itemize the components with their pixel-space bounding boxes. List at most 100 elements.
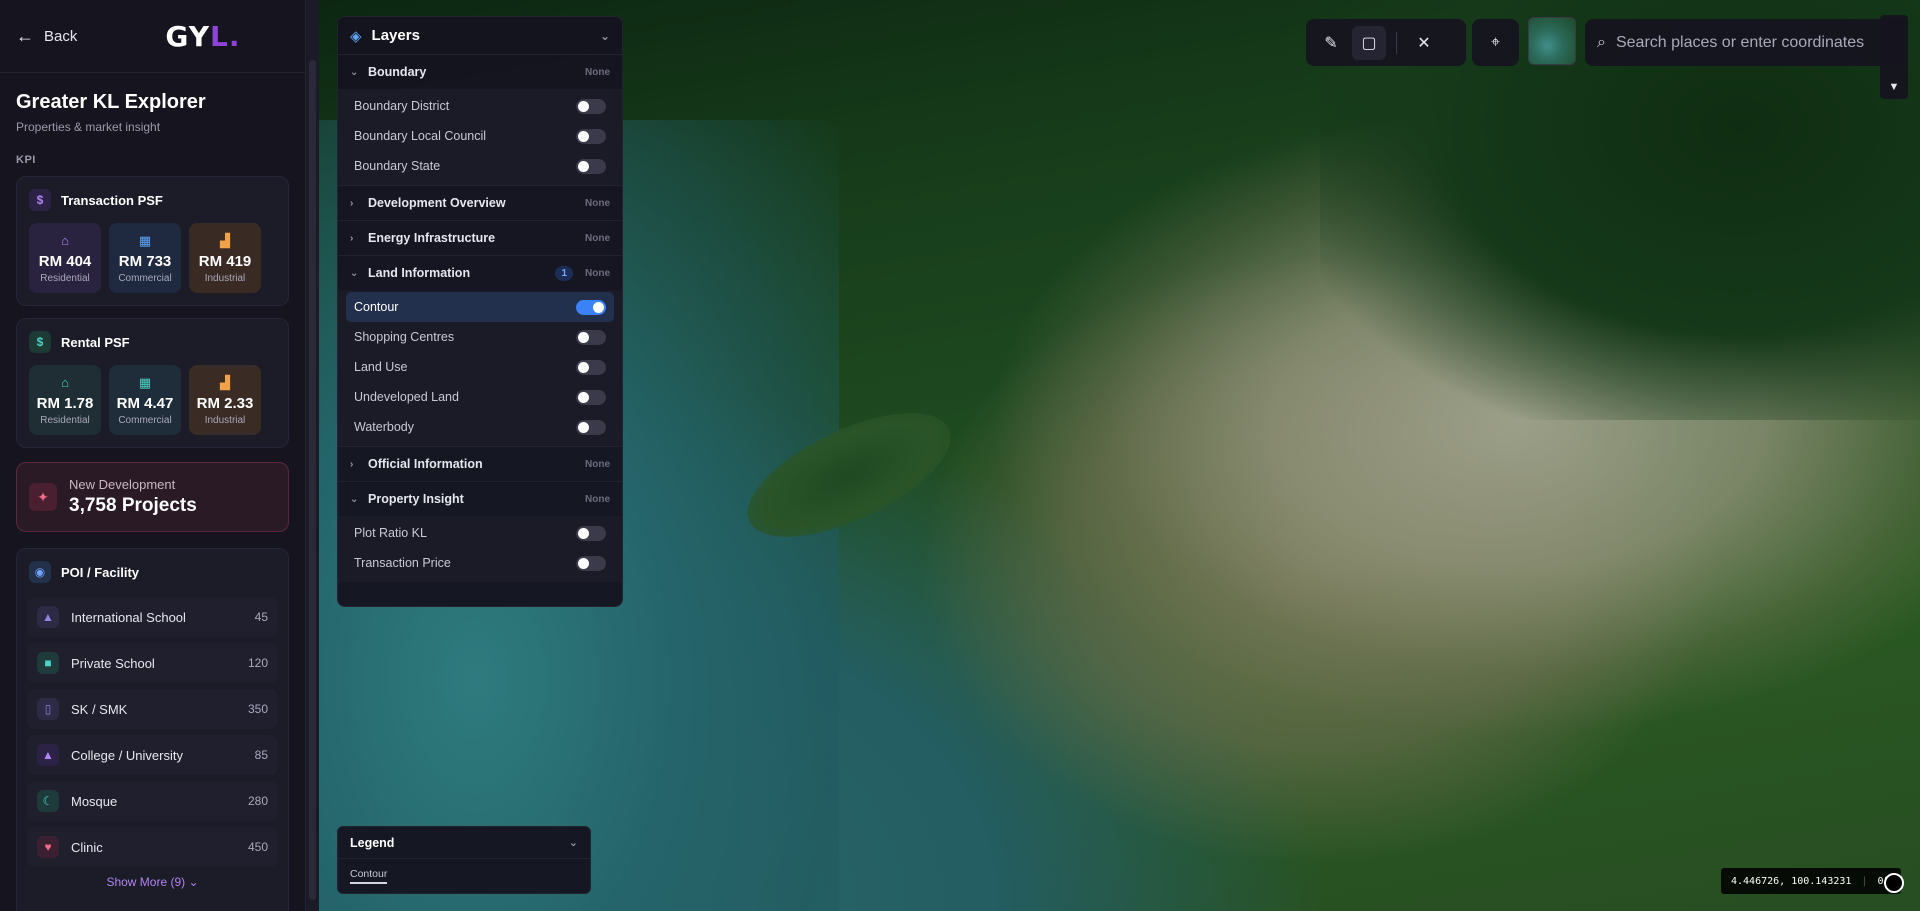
page-title: Greater KL Explorer: [16, 91, 206, 113]
new-development-label: New Development: [69, 477, 176, 492]
map-tools-group: ✎ ▢ ✕: [1306, 19, 1466, 66]
layer-group-boundary-header[interactable]: ⌄ Boundary None: [338, 55, 622, 89]
layer-boundary-state[interactable]: Boundary State: [346, 151, 614, 181]
close-icon[interactable]: ✕: [1407, 26, 1441, 60]
layer-plot-ratio-kl[interactable]: Plot Ratio KL: [346, 518, 614, 548]
ruler-icon[interactable]: ✎: [1314, 26, 1348, 60]
layer-toggle[interactable]: [576, 329, 606, 345]
sidebar-topbar: ← Back GYL.: [0, 0, 305, 73]
layer-toggle[interactable]: [576, 419, 606, 435]
active-count-badge: 1: [555, 265, 573, 281]
basemap-thumbnail[interactable]: [1528, 17, 1576, 65]
chevron-down-icon: ⌄: [350, 267, 359, 279]
app-logo: GYL.: [165, 19, 241, 53]
poi-item-sk-smk[interactable]: ▯ SK / SMK 350: [27, 689, 278, 729]
layer-toggle[interactable]: [576, 128, 606, 144]
layer-group-energy-infrastructure: › Energy Infrastructure None: [338, 221, 622, 256]
dollar-icon: $: [29, 189, 51, 211]
layer-transaction-price[interactable]: Transaction Price: [346, 548, 614, 578]
home-icon: ⌂: [61, 374, 69, 390]
layers-panel: ◈ Layers ⌄ ⌄ Boundary None Boundary Dist…: [337, 16, 623, 607]
transaction-psf-card: $ Transaction PSF ⌂ RM 404 Residential ▦…: [16, 176, 289, 306]
layer-group-boundary: ⌄ Boundary None Boundary District Bounda…: [338, 55, 622, 186]
stethoscope-icon: ♥: [37, 836, 59, 858]
school-icon: ■: [37, 652, 59, 674]
layer-contour[interactable]: Contour: [346, 292, 614, 322]
layer-toggle[interactable]: [576, 98, 606, 114]
search-bar: ⌕: [1585, 19, 1905, 66]
factory-icon: ▟: [220, 232, 230, 248]
layer-undeveloped-land[interactable]: Undeveloped Land: [346, 382, 614, 412]
layer-toggle[interactable]: [576, 158, 606, 174]
layer-shopping-centres[interactable]: Shopping Centres: [346, 322, 614, 352]
layer-boundary-district[interactable]: Boundary District: [346, 91, 614, 121]
legend-title: Legend: [350, 835, 395, 850]
building-icon: ▦: [138, 374, 152, 390]
layer-group-property-insight: ⌄ Property Insight None Plot Ratio KL Tr…: [338, 482, 622, 582]
transaction-residential-tile: ⌂ RM 404 Residential: [29, 223, 101, 293]
page-subtitle: Properties & market insight: [16, 120, 161, 134]
rental-psf-card: $ Rental PSF ⌂ RM 1.78 Residential ▦ RM …: [16, 318, 289, 448]
layers-panel-header[interactable]: ◈ Layers ⌄: [338, 17, 622, 55]
layer-toggle[interactable]: [576, 525, 606, 541]
chevron-down-icon: ⌄: [599, 28, 610, 43]
graduation-cap-icon: ▲: [37, 744, 59, 766]
caret-down-icon[interactable]: ▼: [1880, 81, 1908, 93]
search-icon: ⌕: [1597, 33, 1606, 51]
select-area-icon[interactable]: ▢: [1352, 25, 1386, 60]
map-control-stack[interactable]: ▼: [1880, 15, 1908, 99]
poi-item-international-school[interactable]: ▲ International School 45: [27, 597, 278, 637]
graduation-cap-icon: ▲: [37, 606, 59, 628]
layer-group-energy-infrastructure-header[interactable]: › Energy Infrastructure None: [338, 221, 622, 255]
layer-group-property-insight-header[interactable]: ⌄ Property Insight None: [338, 482, 622, 516]
coords-separator: |: [1861, 875, 1868, 887]
layer-land-use[interactable]: Land Use: [346, 352, 614, 382]
poi-item-clinic[interactable]: ♥ Clinic 450: [27, 827, 278, 867]
layers-title: Layers: [371, 27, 420, 44]
poi-item-mosque[interactable]: ☾ Mosque 280: [27, 781, 278, 821]
pin-icon: ◉: [29, 561, 51, 583]
chevron-right-icon: ›: [350, 197, 354, 209]
legend-header[interactable]: Legend ⌄: [338, 827, 590, 859]
layer-group-official-information-header[interactable]: › Official Information None: [338, 447, 622, 481]
book-icon: ▯: [37, 698, 59, 720]
layer-waterbody[interactable]: Waterbody: [346, 412, 614, 442]
crescent-icon: ☾: [37, 790, 59, 812]
transaction-psf-title: Transaction PSF: [61, 192, 163, 208]
back-label: Back: [44, 27, 78, 45]
coordinates-readout: 4.446726, 100.143231 | 0°: [1721, 868, 1901, 894]
show-more-button[interactable]: Show More (9) ⌄: [27, 875, 278, 889]
layer-toggle[interactable]: [576, 299, 606, 315]
search-input[interactable]: [1615, 33, 1886, 52]
legend-panel: Legend ⌄ Contour: [337, 826, 591, 894]
layer-toggle[interactable]: [576, 389, 606, 405]
compass-icon[interactable]: [1884, 873, 1904, 893]
sidebar-scrollbar[interactable]: [306, 0, 319, 911]
transaction-commercial-tile: ▦ RM 733 Commercial: [109, 223, 181, 293]
new-development-value: 3,758 Projects: [69, 495, 197, 516]
poi-card: ◉ POI / Facility ▲ International School …: [16, 548, 289, 911]
layer-group-land-information-header[interactable]: ⌄ Land Information 1 None: [338, 256, 622, 290]
chevron-right-icon: ›: [350, 458, 354, 470]
chevron-down-icon: ⌄: [350, 66, 359, 78]
new-development-card[interactable]: ✦ New Development 3,758 Projects: [16, 462, 289, 532]
layer-group-development-overview: › Development Overview None: [338, 186, 622, 221]
poi-item-college-university[interactable]: ▲ College / University 85: [27, 735, 278, 775]
layer-group-official-information: › Official Information None: [338, 447, 622, 482]
rental-commercial-tile: ▦ RM 4.47 Commercial: [109, 365, 181, 435]
chevron-down-icon: ⌄: [568, 837, 578, 849]
chevron-down-icon: ⌄: [350, 493, 359, 505]
crosshair-icon[interactable]: ⌖: [1479, 26, 1513, 60]
poi-item-private-school[interactable]: ■ Private School 120: [27, 643, 278, 683]
layer-toggle[interactable]: [576, 555, 606, 571]
scrollbar-thumb[interactable]: [309, 60, 316, 900]
layer-toggle[interactable]: [576, 359, 606, 375]
layers-icon: ◈: [350, 27, 362, 45]
rental-residential-tile: ⌂ RM 1.78 Residential: [29, 365, 101, 435]
layer-group-land-information: ⌄ Land Information 1 None Contour Shoppi…: [338, 256, 622, 447]
chevron-right-icon: ›: [350, 232, 354, 244]
layer-boundary-local-council[interactable]: Boundary Local Council: [346, 121, 614, 151]
layer-group-development-overview-header[interactable]: › Development Overview None: [338, 186, 622, 220]
dollar-icon: $: [29, 331, 51, 353]
back-button[interactable]: ← Back: [16, 26, 77, 47]
